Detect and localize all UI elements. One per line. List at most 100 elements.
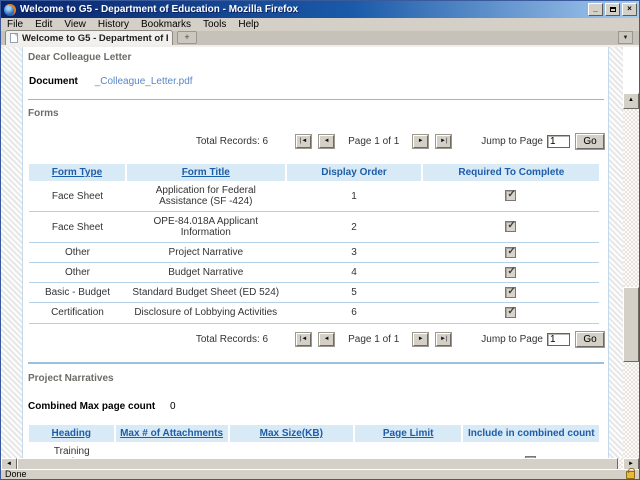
total-records-label: Total Records: 6 [196,334,268,345]
display-order-cell: 5 [286,283,423,303]
document-row: Document _Colleague_Letter.pdf [29,76,604,87]
prev-page-button[interactable]: ◄ [319,135,334,148]
pn-table-header-row: Heading Max # of Attachments Max Size(KB… [29,425,599,442]
table-row: Training Project Narrative 5 8 20 [29,442,599,458]
max-size-cell: 8 [229,442,354,458]
close-button[interactable]: × [622,3,637,16]
prev-page-button[interactable]: ◄ [319,333,334,346]
scroll-up-button[interactable]: ▲ [623,93,639,109]
form-type-cell: Certification [29,303,126,323]
page-limit-cell: 20 [354,442,462,458]
status-bar: Done [1,469,639,479]
browser-window: Welcome to G5 - Department of Education … [0,0,640,480]
new-tab-button[interactable]: + [177,31,197,44]
active-tab[interactable]: Welcome to G5 - Department of Edu... [5,30,173,45]
form-title-cell: Standard Budget Sheet (ED 524) [126,283,286,303]
page-limit-header[interactable]: Page Limit [354,425,462,442]
last-page-button[interactable]: ►| [436,333,451,346]
list-all-tabs-button[interactable]: ▼ [618,31,633,44]
max-size-header[interactable]: Max Size(KB) [229,425,354,442]
section-divider [28,99,604,100]
form-title-cell: Disclosure of Lobbying Activities [126,303,286,323]
display-order-header: Display Order [286,164,423,181]
title-bar: Welcome to G5 - Department of Education … [1,1,639,18]
jump-to-page-input[interactable] [547,333,570,346]
dear-colleague-heading: Dear Colleague Letter [28,52,604,63]
page-margin-right [609,47,623,458]
combined-max-row: Combined Max page count 0 [28,401,604,412]
first-page-button[interactable]: |◄ [296,135,311,148]
display-order-cell: 4 [286,263,423,283]
forms-table: Form Type Form Title Display Order Requi… [29,164,599,324]
table-row: Other Budget Narrative 4 [29,263,599,283]
required-checkbox[interactable] [505,267,516,278]
status-text: Done [1,470,626,479]
vertical-scroll-thumb[interactable] [623,287,639,362]
menu-tools[interactable]: Tools [197,19,232,30]
project-narratives-table: Heading Max # of Attachments Max Size(KB… [29,425,599,458]
table-row: Face Sheet Application for Federal Assis… [29,181,599,212]
tab-bar: Welcome to G5 - Department of Edu... + ▼ [1,31,639,47]
lock-icon [626,471,635,479]
table-row: Other Project Narrative 3 [29,243,599,263]
page-viewport: Dear Colleague Letter Document _Colleagu… [1,47,639,458]
document-label: Document [29,76,78,87]
go-button[interactable]: Go [576,332,604,347]
next-page-button[interactable]: ► [413,333,428,346]
forms-pagination-top: Total Records: 6 |◄ ◄ Page 1 of 1 ► ►| J… [28,132,604,150]
last-page-button[interactable]: ►| [436,135,451,148]
required-checkbox[interactable] [505,287,516,298]
table-row: Certification Disclosure of Lobbying Act… [29,303,599,323]
include-combined-header: Include in combined count [462,425,599,442]
form-title-cell: Application for Federal Assistance (SF -… [126,181,286,212]
vertical-scrollbar[interactable]: ▲ ▼ [623,93,639,458]
menu-help[interactable]: Help [232,19,265,30]
form-type-header[interactable]: Form Type [29,164,126,181]
menu-file[interactable]: File [1,19,29,30]
page-of-label: Page 1 of 1 [348,334,399,345]
display-order-cell: 3 [286,243,423,263]
table-row: Basic - Budget Standard Budget Sheet (ED… [29,283,599,303]
heading-header[interactable]: Heading [29,425,115,442]
display-order-cell: 1 [286,181,423,212]
first-page-button[interactable]: |◄ [296,333,311,346]
form-title-cell: OPE-84.018A Applicant Information [126,212,286,243]
jump-to-page-label: Jump to Page [481,136,543,147]
form-type-cell: Face Sheet [29,212,126,243]
form-type-cell: Other [29,243,126,263]
required-checkbox[interactable] [505,221,516,232]
page-of-label: Page 1 of 1 [348,136,399,147]
next-page-button[interactable]: ► [413,135,428,148]
combined-max-label: Combined Max page count [28,401,155,412]
required-checkbox[interactable] [505,190,516,201]
firefox-icon [4,4,16,16]
menu-history[interactable]: History [92,19,135,30]
required-checkbox[interactable] [505,247,516,258]
max-attachments-header[interactable]: Max # of Attachments [115,425,229,442]
restore-button[interactable] [605,3,620,16]
restore-icon [610,7,616,12]
tab-label: Welcome to G5 - Department of Edu... [22,33,168,44]
menu-bookmarks[interactable]: Bookmarks [135,19,197,30]
jump-to-page-label: Jump to Page [481,334,543,345]
colleague-letter-link[interactable]: _Colleague_Letter.pdf [95,76,193,87]
form-title-header[interactable]: Form Title [126,164,286,181]
combined-max-value: 0 [170,401,176,412]
table-row: Face Sheet OPE-84.018A Applicant Informa… [29,212,599,243]
menu-view[interactable]: View [58,19,92,30]
jump-to-page-input[interactable] [547,135,570,148]
form-type-cell: Other [29,263,126,283]
display-order-cell: 2 [286,212,423,243]
page-margin-left [1,47,22,458]
required-checkbox[interactable] [505,307,516,318]
go-button[interactable]: Go [576,134,604,149]
form-title-cell: Budget Narrative [126,263,286,283]
heading-cell: Training Project Narrative [29,442,115,458]
total-records-label: Total Records: 6 [196,136,268,147]
max-attachments-cell: 5 [115,442,229,458]
window-title: Welcome to G5 - Department of Education … [20,4,586,15]
menu-edit[interactable]: Edit [29,19,58,30]
minimize-button[interactable]: _ [588,3,603,16]
forms-table-header-row: Form Type Form Title Display Order Requi… [29,164,599,181]
display-order-cell: 6 [286,303,423,323]
